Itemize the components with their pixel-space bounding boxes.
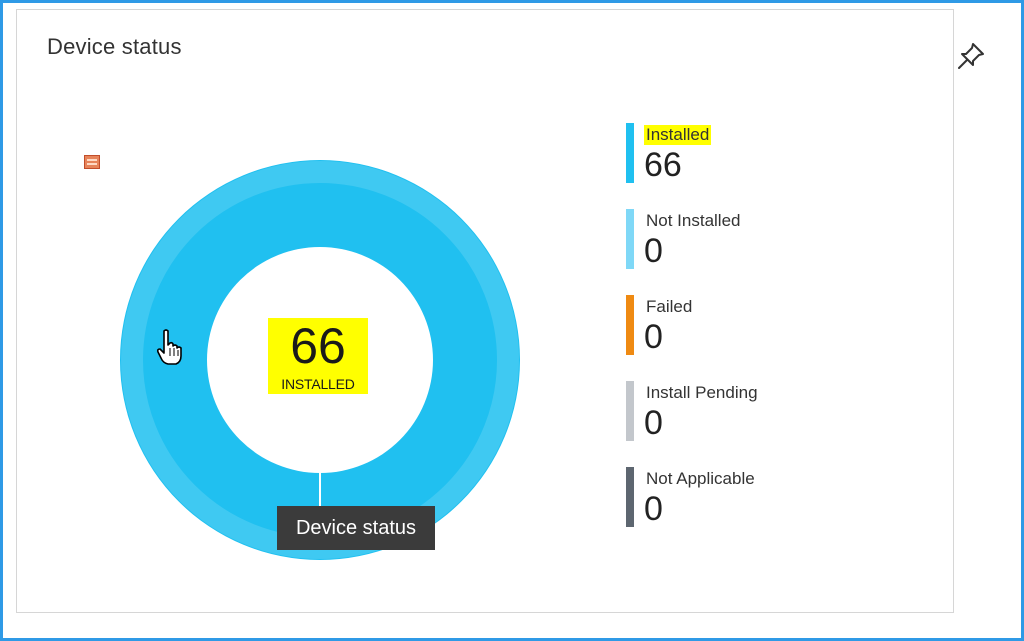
legend-color-bar: [626, 467, 634, 527]
legend-value: 66: [644, 146, 682, 184]
image-placeholder-icon: [84, 155, 100, 169]
legend-item-failed[interactable]: Failed 0: [626, 295, 846, 357]
legend-value: 0: [644, 490, 663, 528]
chart-tooltip: Device status: [277, 506, 435, 550]
hand-pointer-cursor: [156, 329, 182, 365]
legend-value: 0: [644, 404, 663, 442]
center-total-label: INSTALLED: [281, 376, 355, 392]
legend-color-bar: [626, 381, 634, 441]
legend-item-not-installed[interactable]: Not Installed 0: [626, 209, 846, 271]
legend-value: 0: [644, 232, 663, 270]
legend-label: Install Pending: [646, 383, 758, 402]
legend-color-bar: [626, 295, 634, 355]
legend-color-bar: [626, 209, 634, 269]
legend-item-not-applicable[interactable]: Not Applicable 0: [626, 467, 846, 529]
legend-label: Not Applicable: [646, 469, 755, 488]
tile-title: Device status: [47, 34, 182, 59]
center-total-value: 66: [290, 318, 346, 374]
legend-item-install-pending[interactable]: Install Pending 0: [626, 381, 846, 443]
legend-label: Installed: [644, 125, 712, 145]
pin-icon[interactable]: [955, 40, 987, 72]
legend-item-installed[interactable]: Installed 66: [626, 123, 846, 185]
legend-label: Not Installed: [646, 211, 741, 230]
legend-label: Failed: [646, 297, 693, 316]
legend-value: 0: [644, 318, 663, 356]
legend-color-bar: [626, 123, 634, 183]
